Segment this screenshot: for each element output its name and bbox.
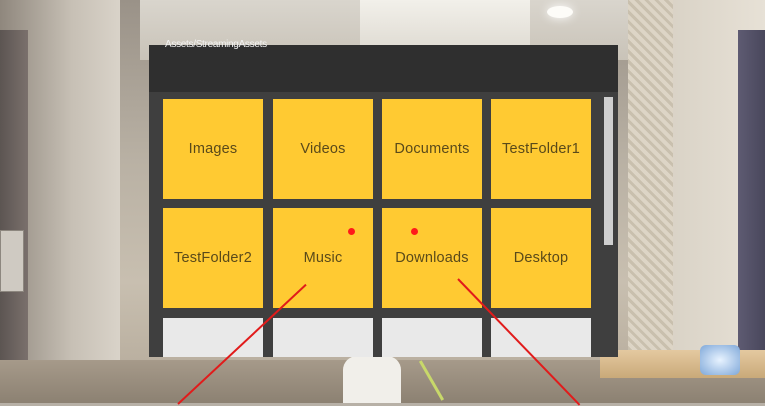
folder-tile[interactable]: Downloads <box>382 208 482 308</box>
folder-label: TestFolder1 <box>502 141 580 157</box>
folder-label: Videos <box>300 141 346 157</box>
folder-label: TestFolder2 <box>174 250 252 266</box>
current-path: Assets/StreamingAssets <box>165 39 267 50</box>
right-door <box>738 30 765 370</box>
folder-tile[interactable]: TestFolder2 <box>163 208 263 308</box>
left-door <box>0 30 28 368</box>
folder-tile[interactable]: Music <box>273 208 373 308</box>
kettle <box>343 356 401 403</box>
folder-label: Documents <box>394 141 470 157</box>
folder-tile[interactable]: TestFolder1 <box>491 99 591 199</box>
wall-switch <box>0 230 24 292</box>
folder-label: Music <box>303 250 343 266</box>
folder-label: Desktop <box>513 250 569 266</box>
patterned-wall <box>628 0 673 360</box>
ceiling-light <box>547 6 573 18</box>
folder-label: Images <box>188 141 238 157</box>
folder-tile[interactable]: Desktop <box>491 208 591 308</box>
file-browser-panel: Images Videos Documents TestFolder1 Test… <box>149 45 618 357</box>
right-pointer-dot <box>411 228 418 235</box>
file-tile[interactable] <box>382 318 482 357</box>
glowing-device <box>700 345 740 375</box>
panel-header <box>149 45 618 92</box>
folder-tile[interactable]: Images <box>163 99 263 199</box>
scrollbar-thumb[interactable] <box>604 97 613 245</box>
left-pointer-dot <box>348 228 355 235</box>
folder-label: Downloads <box>395 250 469 266</box>
folder-tile[interactable]: Documents <box>382 99 482 199</box>
vertical-scrollbar[interactable] <box>604 97 613 357</box>
folder-tile[interactable]: Videos <box>273 99 373 199</box>
counter <box>600 350 765 378</box>
file-tile[interactable] <box>273 318 373 357</box>
file-tile[interactable] <box>491 318 591 357</box>
